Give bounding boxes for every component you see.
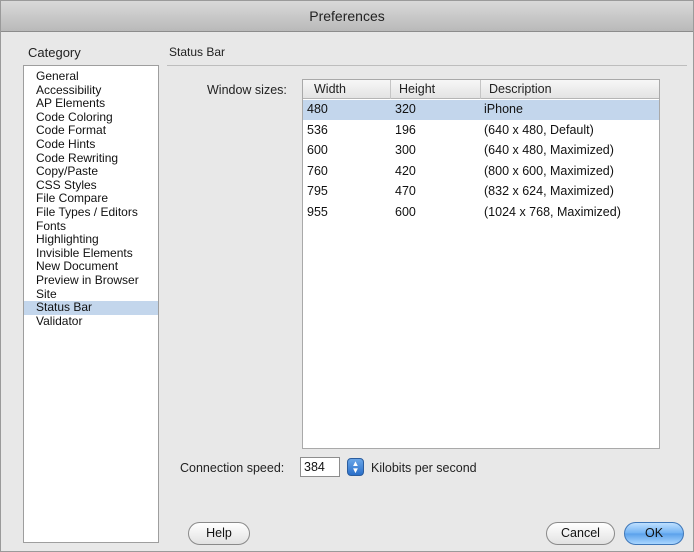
sidebar-item-code-format[interactable]: Code Format [24, 124, 158, 138]
sidebar-item-ap-elements[interactable]: AP Elements [24, 97, 158, 111]
help-button[interactable]: Help [188, 522, 250, 545]
sidebar-item-accessibility[interactable]: Accessibility [24, 83, 158, 98]
cell-description: (800 x 600, Maximized) [484, 163, 614, 178]
category-header: Category [28, 45, 81, 60]
cell-width: 480 [307, 102, 328, 116]
table-row[interactable]: 760 420 (800 x 600, Maximized) [303, 162, 659, 182]
sidebar-item-new-document[interactable]: New Document [24, 260, 158, 274]
table-row[interactable]: 795 470 (832 x 624, Maximized) [303, 182, 659, 202]
cell-width: 536 [307, 122, 328, 137]
sidebar-item-copy-paste[interactable]: Copy/Paste [24, 165, 158, 179]
cell-height: 420 [395, 163, 416, 178]
sidebar-item-code-hints[interactable]: Code Hints [24, 137, 158, 152]
table-row[interactable]: 600 300 (640 x 480, Maximized) [303, 141, 659, 161]
table-row[interactable]: 480 320 iPhone [303, 100, 659, 120]
window-title: Preferences [1, 1, 693, 32]
column-header-height[interactable]: Height [391, 80, 481, 99]
window-sizes-table[interactable]: Width Height Description 480 320 iPhone … [302, 79, 660, 449]
table-row[interactable]: 536 196 (640 x 480, Default) [303, 121, 659, 141]
cell-width: 955 [307, 204, 328, 219]
sidebar-item-css-styles[interactable]: CSS Styles [24, 178, 158, 193]
cell-width: 795 [307, 184, 328, 198]
sidebar-item-invisible-elements[interactable]: Invisible Elements [24, 246, 158, 261]
chevron-down-icon: ▼ [351, 466, 360, 475]
cell-height: 320 [395, 102, 416, 116]
section-title: Status Bar [169, 45, 226, 59]
cell-description: (640 x 480, Maximized) [484, 143, 614, 157]
cell-height: 300 [395, 143, 416, 157]
cancel-button[interactable]: Cancel [546, 522, 615, 545]
sidebar-item-site[interactable]: Site [24, 287, 158, 302]
table-row[interactable]: 955 600 (1024 x 768, Maximized) [303, 203, 659, 223]
table-header: Width Height Description [303, 80, 659, 99]
column-header-width[interactable]: Width [303, 80, 391, 99]
cell-description: (832 x 624, Maximized) [484, 184, 614, 198]
sidebar-item-status-bar[interactable]: Status Bar [24, 300, 158, 315]
cell-description: (1024 x 768, Maximized) [484, 204, 621, 219]
sidebar-item-code-coloring[interactable]: Code Coloring [24, 110, 158, 125]
sidebar-item-general[interactable]: General [24, 69, 158, 84]
connection-speed-label: Connection speed: [180, 461, 285, 475]
category-list: General Accessibility AP Elements Code C… [23, 65, 159, 543]
sidebar-item-file-compare[interactable]: File Compare [24, 192, 158, 206]
cell-width: 600 [307, 143, 328, 157]
connection-speed-unit: Kilobits per second [371, 461, 477, 475]
sidebar-item-fonts[interactable]: Fonts [24, 219, 158, 234]
sidebar-item-validator[interactable]: Validator [24, 314, 158, 329]
preferences-window: Preferences Category General Accessibili… [0, 0, 694, 552]
sidebar-item-code-rewriting[interactable]: Code Rewriting [24, 151, 158, 166]
cell-description: iPhone [484, 102, 523, 116]
sidebar-item-preview-in-browser[interactable]: Preview in Browser [24, 273, 158, 288]
ok-button[interactable]: OK [624, 522, 684, 545]
cell-height: 600 [395, 204, 416, 219]
column-header-description[interactable]: Description [481, 80, 659, 99]
connection-speed-stepper[interactable]: ▲ ▼ [347, 458, 364, 476]
cell-width: 760 [307, 163, 328, 178]
connection-speed-input[interactable] [300, 457, 340, 477]
cell-description: (640 x 480, Default) [484, 122, 594, 137]
section-divider [167, 65, 687, 66]
cell-height: 196 [395, 122, 416, 137]
window-sizes-label: Window sizes: [207, 83, 287, 97]
sidebar-item-highlighting[interactable]: Highlighting [24, 233, 158, 247]
sidebar-item-file-types-editors[interactable]: File Types / Editors [24, 205, 158, 220]
cell-height: 470 [395, 184, 416, 198]
